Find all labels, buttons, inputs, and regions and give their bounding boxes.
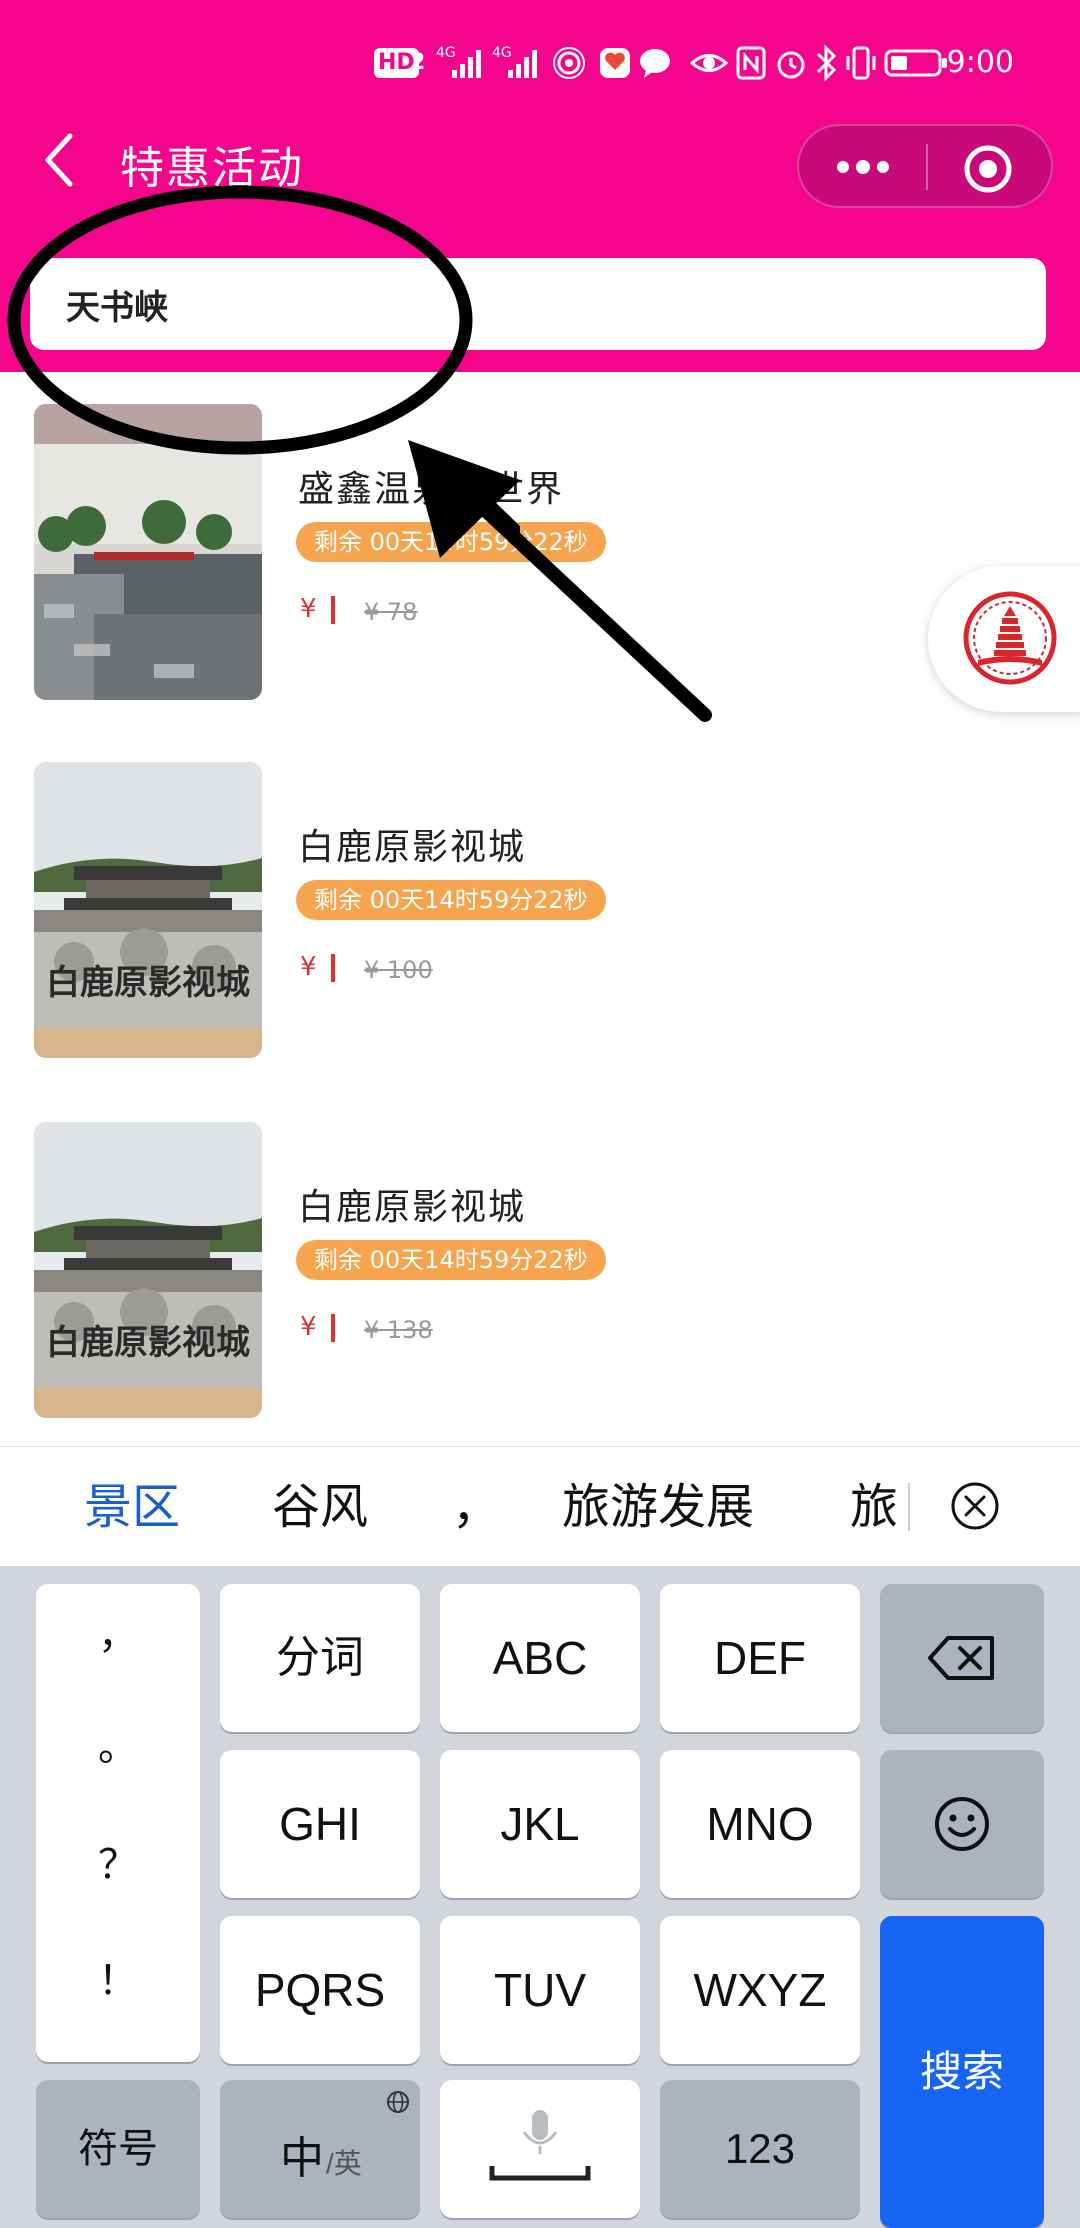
- key-pqrs[interactable]: PQRS: [220, 1916, 420, 2064]
- highlight-circle: [7, 185, 473, 455]
- item-name: 白鹿原影视城: [298, 1187, 527, 1228]
- search-button[interactable]: 搜索: [880, 1916, 1044, 2228]
- clock: 9:00: [946, 45, 1014, 80]
- candidate-word[interactable]: 谷风: [272, 1447, 368, 1567]
- key-mno[interactable]: MNO: [660, 1750, 860, 1898]
- battery-icon: [884, 49, 947, 77]
- original-price: ¥ 100: [364, 956, 433, 984]
- vibrate-icon: [846, 46, 876, 80]
- capsule-divider: [926, 144, 928, 190]
- bluetooth-icon: [816, 44, 837, 82]
- keyboard: ， 。 ？ ！ 分词 ABC DEF GHI JKL MNO PQRS TUV …: [0, 1566, 1080, 2228]
- price: ¥: [300, 1312, 335, 1342]
- backspace-icon: [928, 1636, 994, 1680]
- language-switch-button[interactable]: 中 /英: [220, 2080, 420, 2218]
- original-price: ¥ 138: [364, 1316, 433, 1344]
- currency-symbol: ¥: [300, 952, 317, 982]
- sim-badge: 2: [410, 50, 426, 75]
- lang-sub-label: /英: [326, 2148, 362, 2179]
- delete-button[interactable]: [880, 1584, 1044, 1732]
- price-placeholder-bar: [330, 1313, 335, 1342]
- mini-program-capsule: [797, 124, 1053, 208]
- svg-text:白鹿原影视城: 白鹿原影视城: [46, 1323, 250, 1363]
- item-thumbnail: 白鹿原影视城: [34, 1122, 262, 1418]
- candidate-word[interactable]: 旅游发展: [562, 1447, 754, 1567]
- punct-period[interactable]: 。: [36, 1714, 200, 1772]
- microphone-icon: [489, 2110, 591, 2181]
- punctuation-key-column[interactable]: ， 。 ？ ！: [36, 1584, 200, 2062]
- chat-icon: [640, 49, 670, 78]
- signal-icon: [452, 50, 481, 78]
- key-abc[interactable]: ABC: [440, 1584, 640, 1732]
- key-def[interactable]: DEF: [660, 1584, 860, 1732]
- eye-icon: [690, 54, 728, 72]
- list-item[interactable]: 白鹿原影视城 白鹿原影视城 剩余 00天14时59分22秒 ¥ ¥ 100: [34, 762, 1034, 1058]
- candidate-divider: [908, 1483, 910, 1531]
- signal-icon-2: [508, 50, 537, 78]
- list-item[interactable]: 白鹿原影视城 白鹿原影视城 剩余 00天14时59分22秒 ¥ ¥ 138: [34, 1122, 1034, 1418]
- countdown-badge: 剩余 00天14时59分22秒: [296, 1240, 606, 1280]
- key-ghi[interactable]: GHI: [220, 1750, 420, 1898]
- price: ¥: [300, 952, 335, 982]
- item-name: 白鹿原影视城: [298, 827, 527, 868]
- countdown-badge: 剩余 00天14时59分22秒: [296, 880, 606, 920]
- status-bar: HD 2 4G 4G: [0, 38, 1080, 88]
- ime-candidate-bar: 景区 谷风 ， 旅游发展 旅: [0, 1446, 1080, 1567]
- candidate-word[interactable]: 旅: [850, 1447, 908, 1567]
- symbols-button[interactable]: 符号: [36, 2080, 200, 2218]
- app-notification-icon: [600, 48, 630, 78]
- annotation-arrow-icon: [408, 440, 712, 722]
- nfc-icon: [736, 46, 766, 80]
- key-tuv[interactable]: TUV: [440, 1916, 640, 2064]
- pagoda-logo-icon: [958, 586, 1062, 690]
- candidate-word[interactable]: ，: [452, 1447, 500, 1567]
- key-fenci[interactable]: 分词: [220, 1584, 420, 1732]
- globe-icon: [387, 2091, 409, 2113]
- close-circle-icon[interactable]: [950, 1481, 1000, 1531]
- punct-question[interactable]: ？: [36, 1832, 200, 1890]
- number-keyboard-button[interactable]: 123: [660, 2080, 860, 2218]
- currency-symbol: ¥: [300, 1312, 317, 1342]
- more-dots-icon[interactable]: [833, 152, 893, 182]
- price-placeholder-bar: [330, 953, 335, 982]
- smiley-icon: [935, 1797, 989, 1851]
- hotspot-icon: [553, 47, 585, 79]
- punct-comma[interactable]: ，: [36, 1602, 200, 1660]
- space-voice-button[interactable]: [440, 2080, 640, 2218]
- alarm-icon: [777, 51, 805, 79]
- key-jkl[interactable]: JKL: [440, 1750, 640, 1898]
- svg-text:白鹿原影视城: 白鹿原影视城: [46, 963, 250, 1003]
- lang-main-label: 中: [280, 2134, 324, 2183]
- candidate-word[interactable]: 景区: [84, 1447, 180, 1567]
- punct-exclaim[interactable]: ！: [36, 1948, 200, 2006]
- key-wxyz[interactable]: WXYZ: [660, 1916, 860, 2064]
- target-circle-icon[interactable]: [963, 144, 1013, 194]
- item-thumbnail: 白鹿原影视城: [34, 762, 262, 1058]
- emoji-button[interactable]: [880, 1750, 1044, 1898]
- floating-home-button[interactable]: [928, 566, 1080, 712]
